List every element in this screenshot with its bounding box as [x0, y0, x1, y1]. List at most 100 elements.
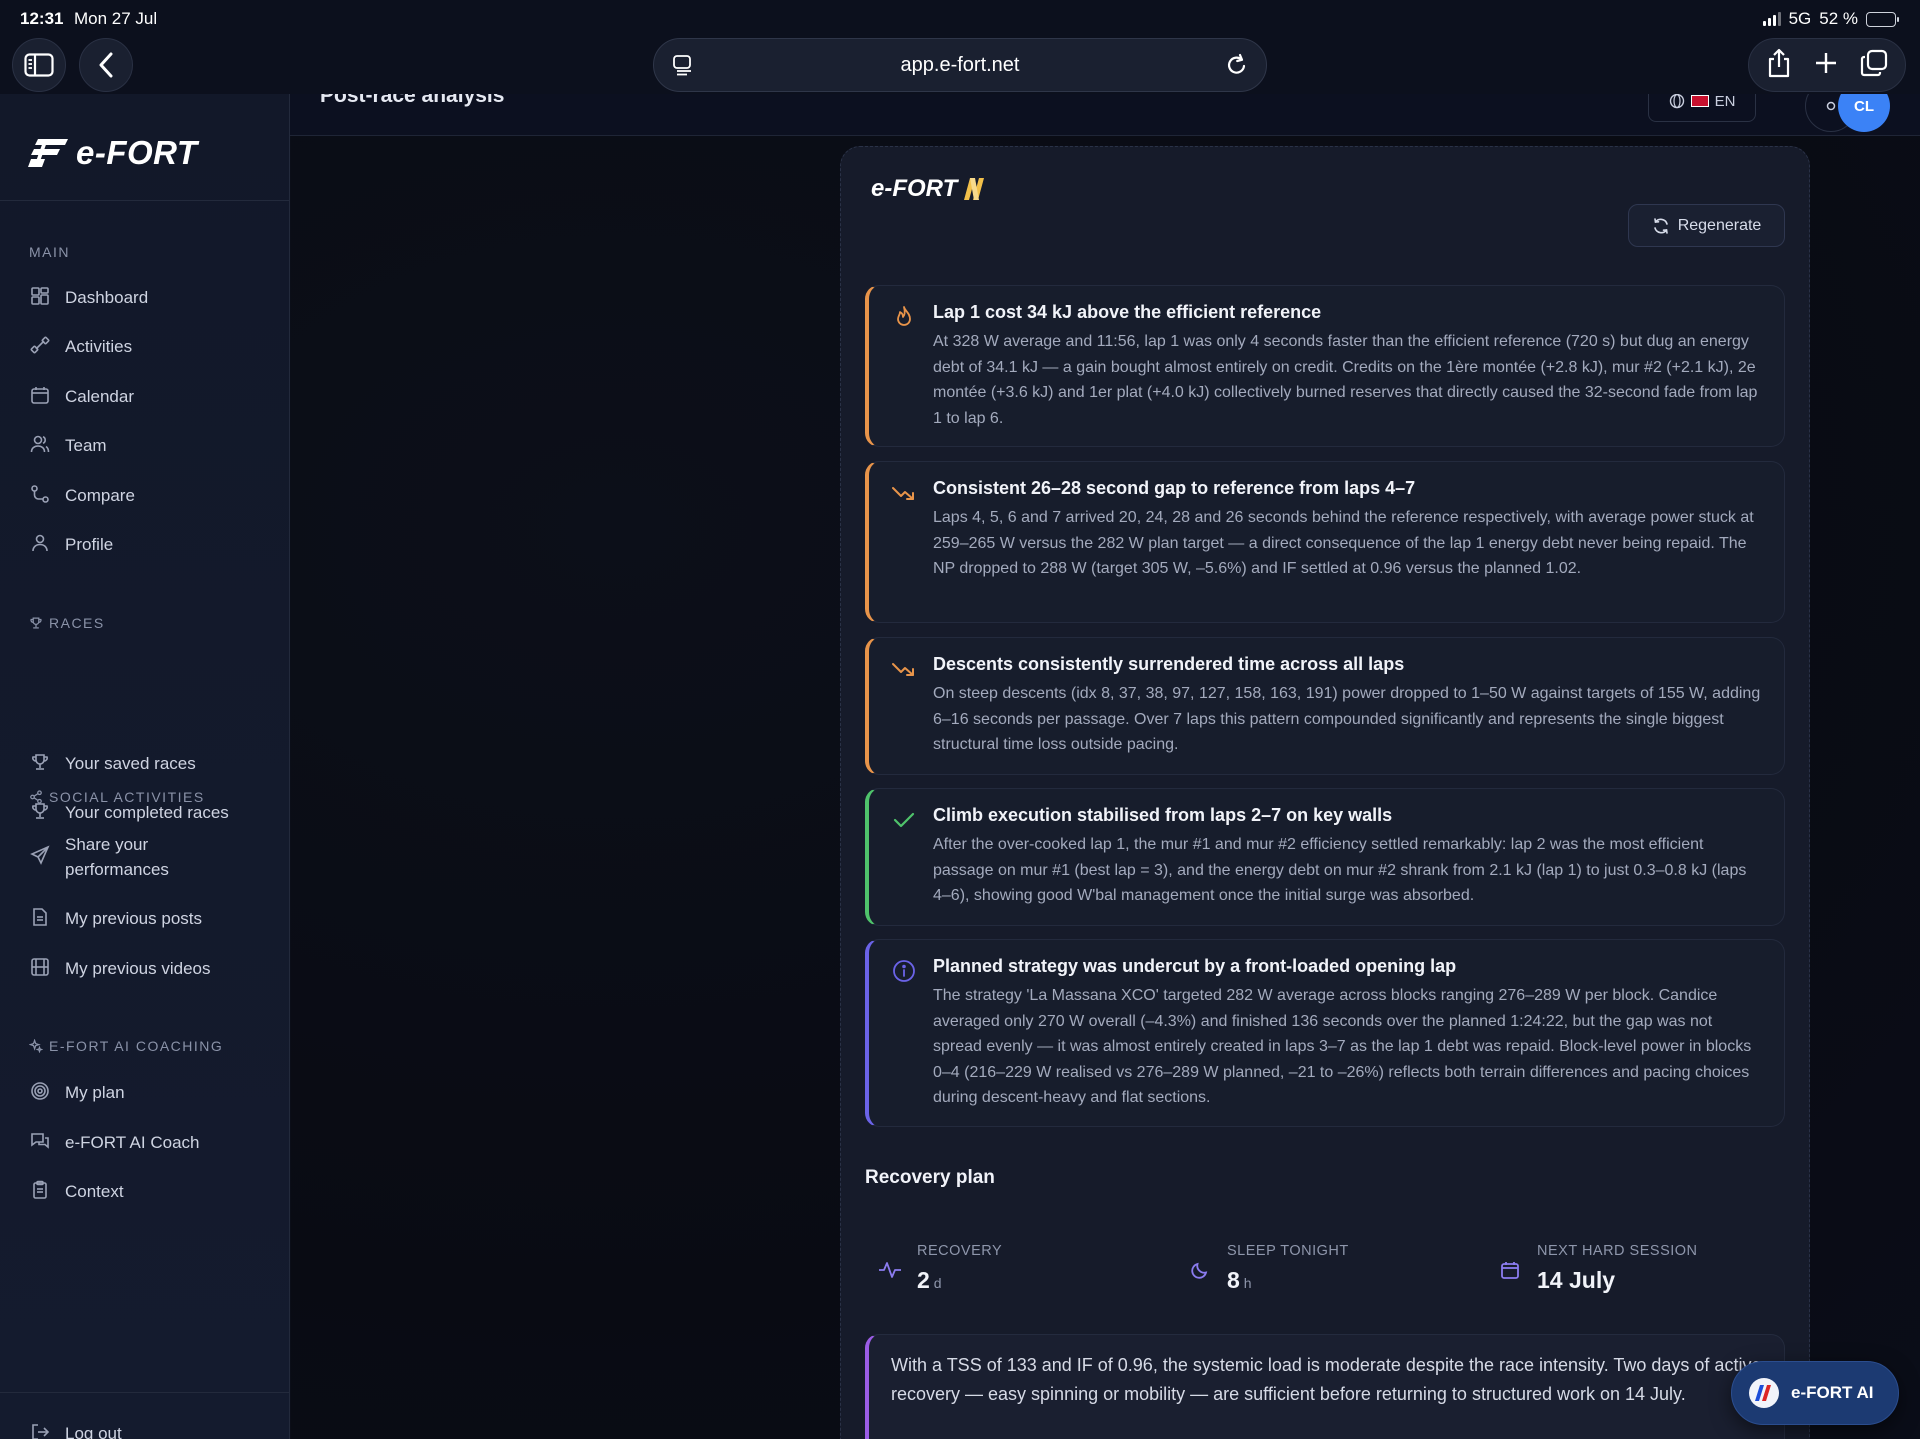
stat-unit: h: [1243, 1275, 1252, 1291]
efort-ai-badge-icon: [1749, 1378, 1779, 1408]
refresh-icon: [1653, 217, 1668, 234]
section-main-label: MAIN: [29, 244, 70, 260]
page-title: Post-race analysis: [320, 94, 505, 107]
logout-icon: [29, 1421, 51, 1439]
flag-icon: [1690, 95, 1709, 107]
clipboard-icon: [29, 1179, 51, 1201]
insight-body: On steep descents (idx 8, 37, 38, 97, 12…: [933, 685, 1761, 753]
sidebar-item-share[interactable]: Share your performances: [29, 832, 205, 882]
logout-button[interactable]: Log out: [29, 1421, 122, 1439]
dumbbell-icon: [29, 334, 51, 356]
trend-down-icon: [891, 656, 917, 682]
stat-value: 14 July: [1537, 1267, 1615, 1293]
address-bar[interactable]: app.e-fort.net: [653, 38, 1267, 92]
recovery-note: With a TSS of 133 and IF of 0.96, the sy…: [865, 1334, 1785, 1439]
dashboard-icon: [29, 285, 51, 307]
language-label: EN: [1714, 94, 1736, 110]
sidebar-item-label: Your saved races: [65, 754, 196, 773]
app-header: Post-race analysis EN CL: [290, 94, 1920, 136]
info-icon: [891, 958, 917, 984]
insight-title: Planned strategy was undercut by a front…: [933, 956, 1457, 976]
url-text: app.e-fort.net: [900, 53, 1020, 76]
back-button[interactable]: [79, 38, 133, 92]
divider: [0, 200, 289, 201]
sidebar-item-compare[interactable]: Compare: [29, 483, 135, 508]
next-session-stat: NEXT HARD SESSION 14 July: [1497, 1243, 1698, 1294]
insight-card: Climb execution stabilised from laps 2–7…: [865, 788, 1785, 926]
sidebar-item-label: Calendar: [65, 387, 134, 406]
brand-logo[interactable]: e-FORT: [26, 134, 198, 172]
sidebar-item-calendar[interactable]: Calendar: [29, 384, 134, 409]
stat-value: 2: [917, 1267, 930, 1293]
new-tab-icon[interactable]: [1814, 51, 1838, 80]
sidebar-item-label: Context: [65, 1182, 124, 1201]
insight-body: After the over-cooked lap 1, the mur #1 …: [933, 836, 1747, 904]
insight-body: Laps 4, 5, 6 and 7 arrived 20, 24, 28 an…: [933, 509, 1754, 577]
sidebar-toggle-button[interactable]: [12, 38, 66, 92]
efort-ai-logo: e-FORT: [871, 175, 987, 203]
calendar-icon: [29, 384, 51, 406]
network-type: 5G: [1788, 9, 1812, 28]
insight-title: Consistent 26–28 second gap to reference…: [933, 478, 1416, 498]
ios-status-bar: 12:31 Mon 27 Jul 5G 52 %: [0, 0, 1920, 36]
insight-body: The strategy 'La Massana XCO' targeted 2…: [933, 987, 1752, 1106]
insight-card: Consistent 26–28 second gap to reference…: [865, 461, 1785, 623]
tabs-overview-icon[interactable]: [1860, 49, 1888, 82]
chevron-left-icon: [99, 52, 113, 78]
stat-value: 8: [1227, 1267, 1240, 1293]
sidebar-item-context[interactable]: Context: [29, 1179, 124, 1204]
insight-body: At 328 W average and 11:56, lap 1 was on…: [933, 333, 1758, 427]
sidebar-item-plan[interactable]: My plan: [29, 1080, 125, 1105]
flame-icon: [891, 304, 917, 330]
share-nodes-icon: [30, 790, 42, 804]
status-right: 5G 52 %: [1762, 9, 1899, 29]
efort-ai-chat-button[interactable]: e-FORT AI: [1731, 1361, 1899, 1425]
sidebar-item-dashboard[interactable]: Dashboard: [29, 285, 148, 310]
section-social-label: SOCIAL ACTIVITIES: [49, 789, 205, 805]
users-icon: [29, 433, 51, 455]
sidebar-item-profile[interactable]: Profile: [29, 532, 113, 557]
insight-card: Descents consistently surrendered time a…: [865, 637, 1785, 775]
browser-actions: [1748, 38, 1906, 92]
recovery-plan-title: Recovery plan: [865, 1167, 995, 1188]
sidebar-item-team[interactable]: Team: [29, 433, 107, 458]
insight-card: Planned strategy was undercut by a front…: [865, 939, 1785, 1127]
regenerate-button[interactable]: Regenerate: [1628, 204, 1785, 247]
calendar-icon: [1497, 1257, 1523, 1283]
language-button[interactable]: EN: [1648, 94, 1756, 122]
brand-name: e-FORT: [76, 134, 198, 171]
section-coaching-label: E-FORT AI COACHING: [49, 1038, 224, 1054]
recovery-stat: RECOVERY 2d: [877, 1243, 1002, 1294]
trophy-icon: [30, 617, 42, 629]
status-time: 12:31: [20, 9, 64, 28]
share-icon[interactable]: [1766, 48, 1792, 83]
page-menu-icon[interactable]: [672, 54, 694, 82]
sidebar-item-label: My plan: [65, 1083, 125, 1102]
sidebar-item-coach[interactable]: e-FORT AI Coach: [29, 1130, 199, 1155]
sidebar-item-label: Activities: [65, 337, 133, 356]
stat-label: RECOVERY: [917, 1243, 1003, 1259]
file-text-icon: [29, 906, 51, 928]
user-icon: [29, 532, 51, 554]
section-social: SOCIAL ACTIVITIES: [29, 789, 205, 805]
insight-card: Lap 1 cost 34 kJ above the efficient ref…: [865, 285, 1785, 447]
sparkles-icon: [29, 1039, 43, 1053]
globe-icon: [1669, 94, 1684, 109]
reload-icon[interactable]: [1226, 53, 1248, 83]
section-main: MAIN: [29, 244, 70, 260]
chat-icon: [29, 1130, 51, 1152]
sidebar-item-label: Team: [65, 436, 107, 455]
sidebar-item-videos[interactable]: My previous videos: [29, 956, 211, 981]
git-compare-icon: [29, 483, 51, 505]
sidebar-item-activities[interactable]: Activities: [29, 334, 132, 359]
sleep-stat: SLEEP TONIGHT 8h: [1187, 1243, 1349, 1294]
section-races-label: RACES: [49, 615, 105, 631]
sidebar-item-saved-races[interactable]: Your saved races: [29, 751, 196, 776]
logout-label: Log out: [65, 1424, 122, 1439]
section-races: RACES: [29, 615, 105, 631]
sidebar-icon: [24, 53, 54, 77]
status-date: Mon 27 Jul: [74, 9, 158, 28]
divider: [0, 1392, 289, 1393]
sidebar-item-posts[interactable]: My previous posts: [29, 906, 202, 931]
insight-title: Descents consistently surrendered time a…: [933, 654, 1405, 674]
